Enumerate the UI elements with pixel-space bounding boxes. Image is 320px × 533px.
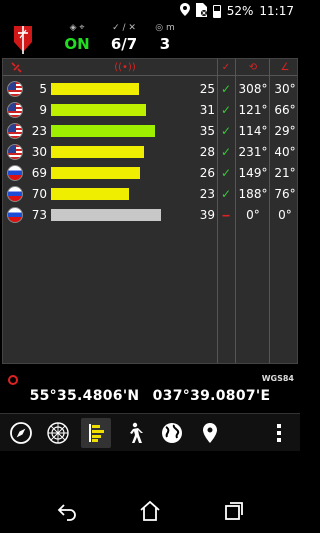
signal-bar (51, 188, 129, 200)
info-bar: ◈ ⌖ ON ✓ / ✕ 6/7 ◎ m 3 (0, 22, 300, 58)
datum-label: WGS84 (261, 374, 294, 383)
satellite-row[interactable]: 73 39 ‒ 0° 0° (3, 205, 297, 225)
azimuth: 149° (238, 166, 268, 180)
signal-strength-icon: ((•)) (114, 62, 136, 73)
home-icon[interactable] (138, 499, 162, 523)
russia-flag-icon (7, 186, 23, 202)
elevation: 66° (274, 103, 296, 117)
usa-flag-icon (7, 123, 23, 139)
usa-flag-icon (7, 102, 23, 118)
used-in-fix-icon: ✓ (221, 62, 231, 73)
satellite-prn: 5 (39, 82, 47, 96)
satellite-row[interactable]: 5 25 ✓ 308° 30° (3, 79, 297, 99)
elevation: 30° (274, 82, 296, 96)
azimuth: 121° (238, 103, 268, 117)
signal-bar (51, 83, 139, 95)
usa-flag-icon (7, 144, 23, 160)
sim-icon (195, 2, 207, 20)
globe-icon[interactable] (157, 418, 187, 448)
signal-snr: 23 (199, 187, 215, 201)
satellite-row[interactable]: 23 35 ✓ 114° 29° (3, 121, 297, 141)
used-in-fix: ✓ (220, 187, 232, 201)
azimuth: 308° (238, 82, 268, 96)
signal-snr: 25 (199, 82, 215, 96)
bottom-toolbar (0, 413, 300, 451)
latitude: 55°35.4806'N (29, 388, 140, 404)
elevation: 29° (274, 124, 296, 138)
satellite-prn: 70 (31, 187, 47, 201)
satellite-row[interactable]: 69 26 ✓ 149° 21° (3, 163, 297, 183)
elevation-icon: ∠ (280, 62, 290, 73)
azimuth: 231° (238, 145, 268, 159)
app-logo-icon[interactable] (12, 24, 34, 56)
satellite-prn: 30 (31, 145, 47, 159)
signal-bars-icon[interactable] (81, 418, 111, 448)
signal-bar (51, 167, 140, 179)
russia-flag-icon (7, 207, 23, 223)
used-in-fix: ✓ (220, 82, 232, 96)
satellite-icon (7, 59, 25, 76)
walker-icon[interactable] (119, 418, 149, 448)
accuracy-icon: ◎ (155, 23, 164, 33)
usa-flag-icon (7, 81, 23, 97)
sky-view-icon[interactable] (43, 418, 73, 448)
status-bar: 52% 11:17 (0, 0, 300, 22)
elevation: 21° (274, 166, 296, 180)
satellite-prn: 69 (31, 166, 47, 180)
satellite-row[interactable]: 9 31 ✓ 121° 66° (3, 100, 297, 120)
elevation: 0° (278, 208, 292, 222)
accuracy-value: 3 (159, 35, 171, 53)
used-in-fix: ✓ (220, 145, 232, 159)
satellites-count: ✓ / ✕ 6/7 (106, 22, 142, 54)
recents-icon[interactable] (222, 499, 246, 523)
used-in-fix: ‒ (221, 208, 231, 222)
satellites-count-value: 6/7 (110, 35, 138, 53)
coordinates-text[interactable]: 55°35.4806'N 037°39.0807'E (2, 388, 298, 404)
signal-snr: 26 (199, 166, 215, 180)
used-in-fix: ✓ (220, 166, 232, 180)
satellite-prn: 23 (31, 124, 47, 138)
elevation: 76° (274, 187, 296, 201)
azimuth: 0° (246, 208, 260, 222)
satellite-status-icon: ◈ ⌖ (69, 23, 85, 33)
battery-percent: 52% (226, 4, 254, 18)
accuracy-unit: m (165, 23, 175, 33)
satellite-row[interactable]: 70 23 ✓ 188° 76° (3, 184, 297, 204)
satellite-row[interactable]: 30 28 ✓ 231° 40° (3, 142, 297, 162)
table-header: ((•)) ✓ ⟲ ∠ (3, 59, 297, 76)
signal-bar (51, 125, 155, 137)
signal-bar (51, 146, 144, 158)
signal-snr: 31 (199, 103, 215, 117)
russia-flag-icon (7, 165, 23, 181)
signal-snr: 28 (199, 145, 215, 159)
used-in-fix: ✓ (220, 103, 232, 117)
satellites-used-icon: ✓ / ✕ (112, 23, 136, 33)
crosshair-icon (8, 375, 18, 385)
location-icon (179, 3, 190, 19)
signal-snr: 35 (199, 124, 215, 138)
satellite-prn: 9 (39, 103, 47, 117)
signal-bar (51, 104, 146, 116)
map-pin-icon[interactable] (195, 418, 225, 448)
accuracy: ◎ m 3 (150, 22, 180, 54)
fix-status-value: ON (64, 35, 90, 53)
battery-icon (212, 4, 221, 18)
azimuth-icon: ⟲ (248, 62, 258, 73)
back-icon[interactable] (55, 499, 79, 523)
azimuth: 188° (238, 187, 268, 201)
signal-bar (51, 209, 161, 221)
signal-snr: 39 (199, 208, 215, 222)
more-vert-icon[interactable] (264, 418, 294, 448)
coordinates-panel: WGS84 55°35.4806'N 037°39.0807'E (2, 370, 298, 410)
satellite-prn: 73 (31, 208, 47, 222)
longitude: 037°39.0807'E (152, 388, 271, 404)
elevation: 40° (274, 145, 296, 159)
compass-icon[interactable] (6, 418, 36, 448)
clock: 11:17 (259, 4, 294, 18)
system-nav-bar (0, 489, 300, 533)
satellite-table: ((•)) ✓ ⟲ ∠ 5 25 ✓ 308° 30° 9 31 ✓ 121° 66° 23 35 ✓ 1… (2, 58, 298, 364)
azimuth: 114° (238, 124, 268, 138)
fix-status: ◈ ⌖ ON (62, 22, 92, 54)
used-in-fix: ✓ (220, 124, 232, 138)
